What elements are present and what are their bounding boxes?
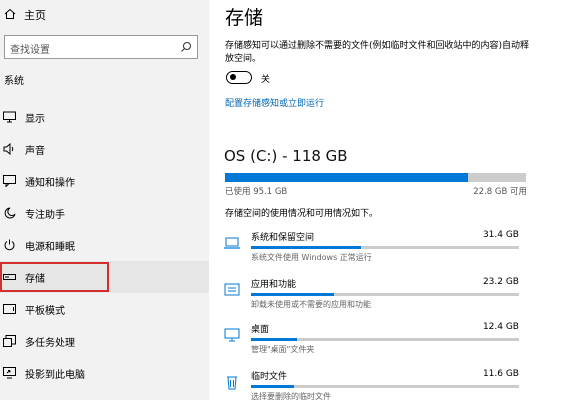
category-description: 选择要删除的临时文件 bbox=[251, 392, 331, 400]
category-description: 卸载未使用或不需要的应用和功能 bbox=[251, 300, 371, 309]
tablet-icon bbox=[3, 304, 16, 314]
sidebar-item-label: 显示 bbox=[25, 114, 45, 125]
storage-sense-toggle[interactable] bbox=[226, 71, 252, 84]
drive-used-label: 已使用 95.1 GB bbox=[225, 187, 288, 197]
sidebar-item-tablet-mode[interactable]: 平板模式 bbox=[0, 293, 209, 325]
category-usage-fill bbox=[251, 293, 335, 296]
category-name: 应用和功能 bbox=[251, 280, 297, 290]
sidebar-item-project-to-pc[interactable]: 投影到此电脑 bbox=[0, 357, 209, 389]
category-system-reserved[interactable]: 系统和保留空间 31.4 GB 系统文件使用 Windows 正常运行 bbox=[209, 229, 565, 275]
apps-icon bbox=[224, 283, 240, 296]
moon-icon bbox=[4, 207, 16, 219]
toggle-state-label: 关 bbox=[261, 75, 271, 85]
category-name: 系统和保留空间 bbox=[251, 233, 315, 243]
category-size: 12.4 GB bbox=[482, 322, 519, 332]
speaker-icon bbox=[3, 143, 14, 155]
configure-storage-sense-link[interactable]: 配置存储感知或立即运行 bbox=[225, 96, 324, 109]
category-usage-bar bbox=[251, 246, 519, 249]
sidebar-item-label: 专注助手 bbox=[25, 210, 65, 221]
sidebar-item-label: 投影到此电脑 bbox=[25, 370, 85, 381]
toggle-knob bbox=[230, 74, 236, 80]
multitask-icon bbox=[3, 335, 16, 347]
drive-free-label: 22.8 GB 可用 bbox=[473, 187, 527, 197]
category-usage-fill bbox=[251, 338, 297, 341]
sidebar-item-focus-assist[interactable]: 专注助手 bbox=[0, 197, 209, 229]
category-usage-fill bbox=[251, 385, 294, 388]
category-usage-bar bbox=[251, 338, 519, 341]
search-placeholder: 查找设置 bbox=[10, 45, 50, 56]
home-nav-item[interactable]: 主页 bbox=[0, 4, 209, 26]
sidebar-item-notifications[interactable]: 通知和操作 bbox=[0, 165, 209, 197]
desktop-icon bbox=[224, 328, 240, 342]
selection-highlight-box bbox=[0, 262, 109, 292]
category-name: 临时文件 bbox=[251, 372, 288, 382]
sidebar-item-power[interactable]: 电源和睡眠 bbox=[0, 229, 209, 261]
storage-sense-description: 存储感知可以通过删除不需要的文件(例如临时文件和回收站中的内容)自动释放空间。 bbox=[225, 41, 530, 64]
drive-usage-bar bbox=[225, 173, 526, 182]
drive-title: OS (C:) - 118 GB bbox=[224, 147, 348, 165]
category-usage-fill bbox=[251, 246, 361, 249]
category-description: 管理"桌面"文件夹 bbox=[251, 345, 315, 354]
home-icon bbox=[4, 8, 16, 19]
search-input[interactable]: 查找设置 bbox=[4, 35, 198, 59]
category-description: 系统文件使用 Windows 正常运行 bbox=[251, 253, 372, 262]
section-title: 系统 bbox=[4, 76, 24, 87]
usage-description: 存储空间的使用情况和可用情况如下。 bbox=[225, 209, 379, 219]
sidebar: 主页 查找设置 系统 显示 声音 通知和操作 专注助手 电源和睡眠 存储 平板模… bbox=[0, 0, 209, 400]
home-label: 主页 bbox=[24, 9, 46, 22]
sidebar-item-label: 电源和睡眠 bbox=[25, 242, 75, 253]
category-name: 桌面 bbox=[251, 325, 270, 335]
page-title: 存储 bbox=[225, 7, 264, 29]
category-size: 31.4 GB bbox=[482, 230, 519, 240]
notification-icon bbox=[3, 175, 16, 187]
sidebar-item-label: 平板模式 bbox=[25, 306, 65, 317]
laptop-icon bbox=[224, 237, 240, 249]
category-usage-bar bbox=[251, 385, 519, 388]
category-temp-files[interactable]: 临时文件 11.6 GB 选择要删除的临时文件 bbox=[209, 368, 565, 400]
sidebar-item-label: 多任务处理 bbox=[25, 338, 75, 349]
sidebar-item-label: 通知和操作 bbox=[25, 178, 75, 189]
power-icon bbox=[4, 239, 15, 251]
search-icon bbox=[181, 42, 191, 52]
sidebar-item-label: 声音 bbox=[25, 146, 45, 157]
trash-icon bbox=[227, 376, 237, 390]
category-apps-features[interactable]: 应用和功能 23.2 GB 卸载未使用或不需要的应用和功能 bbox=[209, 276, 565, 322]
category-size: 23.2 GB bbox=[482, 277, 519, 287]
category-desktop[interactable]: 桌面 12.4 GB 管理"桌面"文件夹 bbox=[209, 321, 565, 367]
drive-usage-fill bbox=[225, 173, 468, 182]
category-usage-bar bbox=[251, 293, 519, 296]
sidebar-item-display[interactable]: 显示 bbox=[0, 101, 209, 133]
sidebar-item-multitasking[interactable]: 多任务处理 bbox=[0, 325, 209, 357]
project-icon bbox=[3, 367, 16, 379]
sidebar-item-sound[interactable]: 声音 bbox=[0, 133, 209, 165]
category-size: 11.6 GB bbox=[482, 369, 519, 379]
monitor-icon bbox=[3, 111, 16, 123]
main-content: 存储 存储感知可以通过删除不需要的文件(例如临时文件和回收站中的内容)自动释放空… bbox=[209, 0, 565, 400]
